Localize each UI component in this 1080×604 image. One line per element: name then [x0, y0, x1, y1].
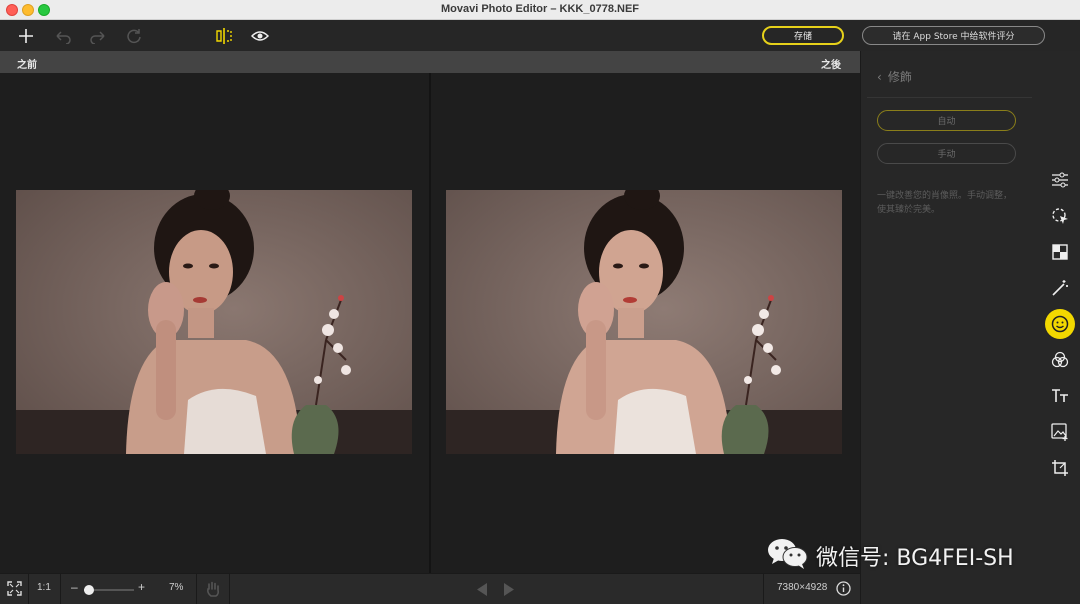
photo-after — [446, 190, 842, 454]
split-view-icon[interactable] — [213, 25, 235, 47]
next-arrow-icon[interactable] — [503, 583, 515, 599]
bottom-separator — [28, 574, 29, 604]
manual-retouch-button[interactable]: 手动 — [877, 143, 1016, 164]
eye-icon[interactable] — [249, 25, 271, 47]
select-icon[interactable] — [1045, 201, 1075, 231]
panel-description: 一键改善您的肖像照。手动调整，使其臻於完美。 — [877, 191, 1013, 215]
bottom-separator — [60, 574, 61, 604]
hand-icon[interactable] — [206, 581, 220, 600]
watermark-text: 微信号: BG4FEI-SH — [816, 546, 1014, 571]
wechat-icon — [766, 536, 810, 576]
chevron-left-icon: ‹ — [877, 69, 882, 84]
plus-icon[interactable] — [15, 25, 37, 47]
watermark: 微信号: BG4FEI-SH — [766, 536, 1014, 576]
app-window: Movavi Photo Editor – KKK_0778.NEF 存储 请在… — [0, 0, 1080, 604]
auto-retouch-button[interactable]: 自动 — [877, 110, 1016, 131]
filters-icon[interactable] — [1045, 345, 1075, 375]
photo-canvas[interactable] — [0, 73, 860, 573]
retouch-panel: ‹ 修飾 自动 手动 一键改善您的肖像照。手动调整，使其臻於完美。 — [860, 51, 1040, 604]
after-label: 之後 — [821, 60, 841, 71]
main-toolbar: 存储 请在 App Store 中给软件评分 — [0, 20, 1080, 51]
zoom-slider-knob[interactable] — [84, 585, 94, 595]
zoom-in-button[interactable]: + — [138, 580, 145, 594]
rate-app-button[interactable]: 请在 App Store 中给软件评分 — [862, 26, 1045, 45]
bottom-separator — [229, 574, 230, 604]
insert-image-icon[interactable] — [1045, 417, 1075, 447]
zoom-value: 7% — [169, 582, 184, 593]
panel-divider — [867, 97, 1032, 98]
adjust-icon[interactable] — [1045, 165, 1075, 195]
back-button[interactable]: ‹ 修飾 — [877, 68, 912, 85]
bottom-bar: 1:1 – + 7% 7380×4928 — [0, 573, 860, 604]
prev-arrow-icon[interactable] — [476, 583, 488, 599]
crop-icon[interactable] — [1045, 453, 1075, 483]
tool-rail — [1040, 51, 1080, 604]
redo-icon[interactable] — [87, 25, 109, 47]
fit-screen-icon[interactable] — [7, 581, 22, 599]
reset-icon[interactable] — [123, 25, 145, 47]
save-button[interactable]: 存储 — [762, 26, 844, 45]
compare-header: 之前 之後 — [0, 51, 860, 73]
magic-wand-icon[interactable] — [1045, 273, 1075, 303]
retouch-face-icon[interactable] — [1045, 309, 1075, 339]
undo-icon[interactable] — [52, 25, 74, 47]
title-bar: Movavi Photo Editor – KKK_0778.NEF — [0, 0, 1080, 20]
bottom-separator — [196, 574, 197, 604]
photo-before — [16, 190, 412, 454]
bottom-separator — [763, 574, 764, 604]
actual-size-button[interactable]: 1:1 — [37, 582, 51, 593]
info-icon[interactable] — [836, 581, 851, 599]
before-label: 之前 — [17, 60, 37, 71]
text-icon[interactable] — [1045, 381, 1075, 411]
split-divider[interactable] — [429, 73, 431, 573]
panel-title: 修飾 — [887, 70, 912, 84]
window-title: Movavi Photo Editor – KKK_0778.NEF — [440, 3, 640, 15]
image-dimensions: 7380×4928 — [777, 582, 828, 593]
background-icon[interactable] — [1045, 237, 1075, 267]
zoom-out-button[interactable]: – — [71, 580, 78, 594]
